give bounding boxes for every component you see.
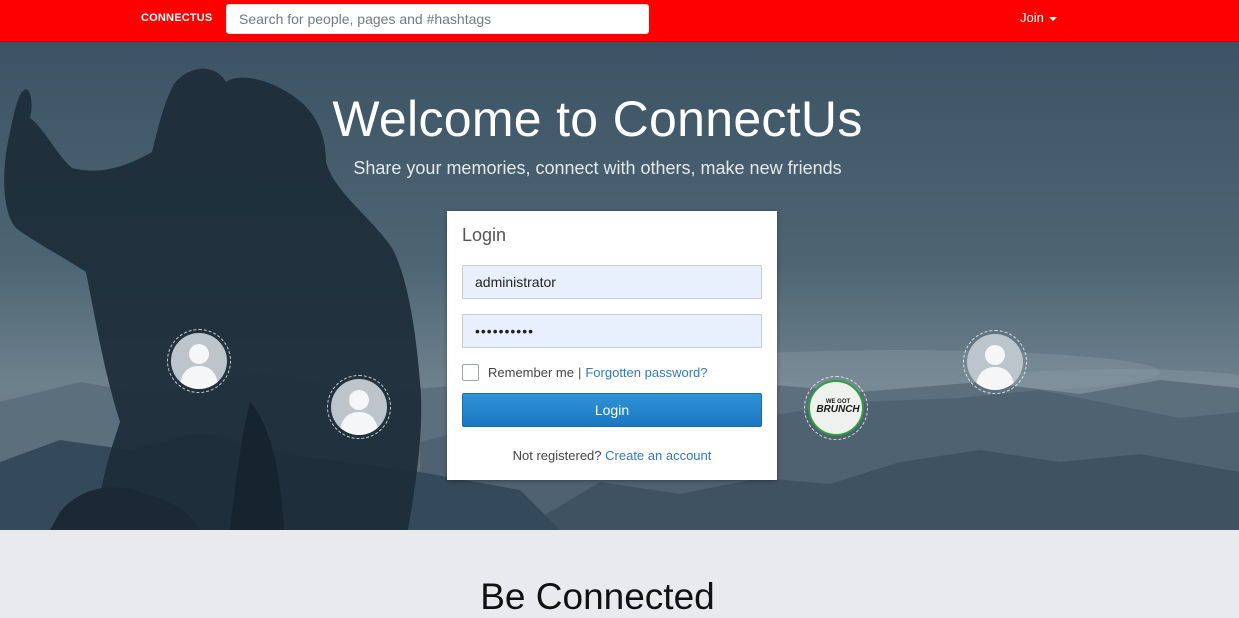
floating-user-avatar[interactable]	[963, 330, 1027, 394]
remember-row: Remember me | Forgotten password?	[462, 363, 707, 381]
floating-user-avatar[interactable]	[167, 329, 231, 393]
brand-logo-link[interactable]: CONNECTUS	[141, 12, 212, 24]
hero-title: Welcome to ConnectUs	[332, 91, 863, 147]
floating-page-logo[interactable]: WE GOT BRUNCH	[804, 376, 868, 440]
hero-banner: Welcome to ConnectUs Share your memories…	[0, 42, 1239, 530]
password-field[interactable]	[462, 314, 762, 348]
join-label: Join	[1020, 10, 1044, 25]
forgotten-password-link[interactable]: Forgotten password?	[585, 365, 707, 380]
top-navbar: CONNECTUS Join	[0, 0, 1239, 42]
remember-me-label: Remember me	[488, 364, 574, 380]
not-registered-text: Not registered?	[512, 448, 602, 463]
default-user-avatar-icon	[331, 379, 387, 435]
search-input[interactable]	[226, 4, 649, 34]
create-account-link[interactable]: Create an account	[605, 448, 711, 463]
login-panel-title: Login	[462, 225, 507, 245]
username-field[interactable]	[462, 265, 762, 299]
floating-user-avatar[interactable]	[327, 375, 391, 439]
default-user-avatar-icon	[967, 334, 1023, 390]
default-user-avatar-icon	[171, 333, 227, 389]
remember-me-checkbox[interactable]	[462, 363, 479, 381]
join-dropdown-toggle[interactable]: Join	[1020, 10, 1057, 25]
separator: |	[577, 364, 582, 380]
login-button[interactable]: Login	[462, 393, 762, 427]
brunch-logo-text: WE GOT BRUNCH	[816, 399, 860, 415]
register-row: Not registered? Create an account	[447, 448, 777, 463]
caret-down-icon	[1048, 16, 1057, 21]
login-panel: Login Remember me | Forgotten password? …	[447, 211, 777, 480]
hero-subtitle: Share your memories, connect with others…	[353, 158, 842, 178]
section-heading: Be Connected	[480, 576, 715, 617]
we-got-brunch-logo-icon: WE GOT BRUNCH	[808, 380, 864, 436]
